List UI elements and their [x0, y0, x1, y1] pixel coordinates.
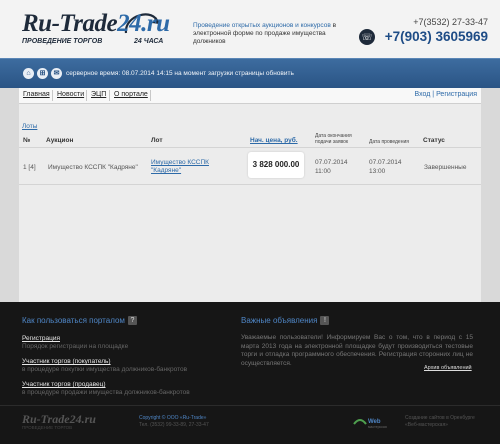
nav-divider [86, 90, 87, 101]
column-header-date: Дата проведения [369, 139, 409, 145]
home-icon[interactable]: ⌂ [23, 68, 34, 79]
info-bar: ⌂ ⊞ ✉ серверное время: 08.07.2014 14:15 … [0, 58, 500, 88]
footer-news-title: Важные объявления! [241, 316, 330, 326]
logo-text: Ru-Trade24.ru [22, 10, 170, 37]
column-header-num: № [23, 137, 31, 144]
help-icon: ? [127, 316, 137, 326]
row-price: 3 828 000.00 [248, 152, 304, 178]
svg-text:мастерская: мастерская [368, 425, 387, 429]
column-header-status: Статус [423, 137, 445, 144]
row-deadline-time: 11:00 [315, 168, 331, 175]
sitemap-icon[interactable]: ⊞ [37, 68, 48, 79]
nav-item-news[interactable]: Новости [57, 91, 84, 98]
footer-link-buyer[interactable]: Участник торгов (покупатель) [22, 358, 111, 365]
news-archive-link[interactable]: Архив объявлений [424, 365, 472, 371]
footer-link-registration[interactable]: Регистрация [22, 335, 60, 342]
site-tagline: Проведение открытых аукционов и конкурсо… [193, 22, 353, 46]
footer-link-seller[interactable]: Участник торгов (продавец) [22, 381, 106, 388]
logo-subtitle-hours: 24 ЧАСА [134, 38, 164, 45]
column-header-auction: Аукцион [46, 137, 74, 144]
row-auction: Имущество КССПК "Кадряне" [48, 164, 138, 171]
footer-copyright: Copyright © ООО «Ru-Trade» Тел. (3532) 9… [139, 415, 209, 428]
table-divider [19, 184, 481, 185]
server-time: серверное время: 08.07.2014 14:15 на мом… [66, 70, 294, 77]
phone-secondary: +7(3532) 27-33-47 [413, 17, 488, 27]
breadcrumb[interactable]: Лоты [22, 123, 37, 130]
login-register-link[interactable]: Вход | Регистрация [415, 91, 477, 98]
footer-developer: Создание сайтов в Оренбурге «Веб-мастерс… [405, 415, 475, 428]
footer-link-sub: в процедуре покупки имущества должников-… [22, 366, 188, 373]
column-header-deadline: Дата окончания подачи заявок [315, 133, 352, 145]
mail-icon[interactable]: ✉ [51, 68, 62, 79]
lots-content: Лоты № Аукцион Лот Нач. цена, руб. Дата … [19, 104, 481, 302]
row-status: Завершенные [424, 164, 467, 171]
table-divider [19, 147, 481, 148]
footer-logo-subtitle: ПРОВЕДЕНИЕ ТОРГОВ [22, 425, 73, 430]
tagline-accent: Проведение открытых аукционов и конкурсо… [193, 22, 331, 29]
footer-news-text: Уважаемые пользователи! Информируем Вас … [241, 334, 473, 367]
row-lot-link[interactable]: Имущество КССПК "Кадряне" [151, 159, 221, 175]
footer-link-sub: Порядок регистрации на площадке [22, 343, 129, 350]
alert-icon: ! [320, 316, 330, 326]
column-header-price[interactable]: Нач. цена, руб. [250, 137, 298, 144]
site-footer: Как пользоваться порталом? Регистрация П… [0, 302, 500, 444]
footer-divider [0, 405, 500, 406]
nav-divider [109, 90, 110, 101]
nav-item-about[interactable]: О портале [114, 91, 148, 98]
row-time: 13:00 [369, 168, 386, 175]
nav-divider [52, 90, 53, 101]
nav-divider [150, 90, 151, 101]
web-studio-logo-icon[interactable]: Web мастерская [352, 414, 396, 430]
row-deadline-date: 07.07.2014 [315, 159, 348, 166]
column-header-lot: Лот [151, 137, 163, 144]
phone-icon: ☏ [359, 29, 375, 45]
nav-item-eds[interactable]: ЭЦП [91, 91, 106, 98]
row-date: 07.07.2014 [369, 159, 402, 166]
footer-how-title: Как пользоваться порталом? [22, 316, 137, 326]
logo-subtitle: ПРОВЕДЕНИЕ ТОРГОВ [22, 38, 103, 45]
phone-primary: +7(903) 3605969 [384, 29, 488, 44]
footer-link-sub: в процедуре продажи имущества должников-… [22, 389, 190, 396]
site-logo[interactable]: Ru-Trade24.ru ПРОВЕДЕНИЕ ТОРГОВ 24 ЧАСА [22, 6, 172, 50]
site-header: Ru-Trade24.ru ПРОВЕДЕНИЕ ТОРГОВ 24 ЧАСА … [0, 0, 500, 58]
row-num: 1 [4] [23, 164, 36, 171]
nav-item-home[interactable]: Главная [23, 91, 50, 98]
main-nav: Главная Новости ЭЦП О портале Вход | Рег… [19, 88, 481, 104]
